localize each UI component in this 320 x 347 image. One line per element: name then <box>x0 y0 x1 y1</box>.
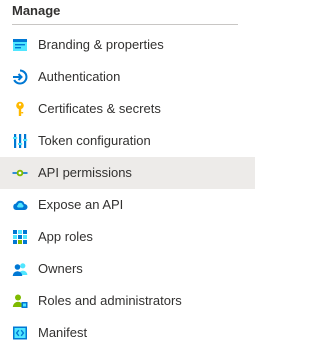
token-configuration-icon <box>12 133 28 149</box>
nav-label-manifest: Manifest <box>38 325 88 340</box>
api-permissions-icon <box>12 165 28 181</box>
nav-label-app-roles: App roles <box>38 229 93 244</box>
nav-item-owners[interactable]: Owners <box>0 253 255 285</box>
cloud-icon <box>12 197 28 213</box>
nav-label-certificates-secrets: Certificates & secrets <box>38 101 161 116</box>
nav-label-api-permissions: API permissions <box>38 165 132 180</box>
nav-item-token-configuration[interactable]: Token configuration <box>0 125 255 157</box>
nav-label-token-configuration: Token configuration <box>38 133 151 148</box>
nav-label-roles-administrators: Roles and administrators <box>38 293 182 308</box>
nav-item-manifest[interactable]: Manifest <box>0 317 255 347</box>
nav-item-app-roles[interactable]: App roles <box>0 221 255 253</box>
nav-item-branding-properties[interactable]: Branding & properties <box>0 29 255 61</box>
nav-item-authentication[interactable]: Authentication <box>0 61 255 93</box>
nav-item-certificates-secrets[interactable]: Certificates & secrets <box>0 93 255 125</box>
nav-label-authentication: Authentication <box>38 69 121 84</box>
roles-administrators-icon <box>12 293 28 309</box>
nav-item-api-permissions[interactable]: API permissions <box>0 157 255 189</box>
nav-label-branding-properties: Branding & properties <box>38 37 164 52</box>
nav-item-expose-an-api[interactable]: Expose an API <box>0 189 255 221</box>
app-roles-grid-icon <box>12 229 28 245</box>
nav-label-expose-an-api: Expose an API <box>38 197 124 212</box>
manifest-icon <box>12 325 28 341</box>
authentication-icon <box>12 69 28 85</box>
nav-label-owners: Owners <box>38 261 83 276</box>
manage-nav-list: Branding & properties Authentication Cer… <box>0 29 255 347</box>
owners-icon <box>12 261 28 277</box>
section-title-manage: Manage <box>12 3 61 18</box>
key-icon <box>12 101 28 117</box>
nav-item-roles-administrators[interactable]: Roles and administrators <box>0 285 255 317</box>
manage-panel: Manage Branding & properties Authenticat… <box>0 0 255 347</box>
branding-icon <box>12 37 28 53</box>
section-divider <box>12 24 238 25</box>
